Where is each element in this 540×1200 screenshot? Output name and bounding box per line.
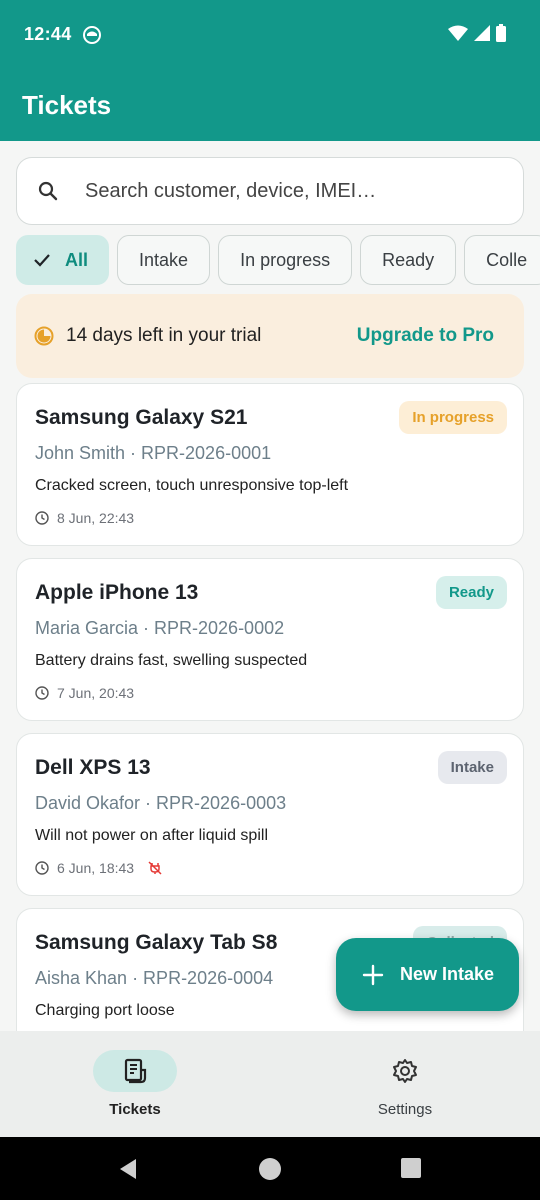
notification-icon [83, 26, 101, 44]
ticket-customer-ref: John Smith · RPR-2026-0001 [35, 443, 272, 463]
ticket-customer-ref: Aisha Khan · RPR-2026-0004 [35, 968, 274, 988]
ticket-time-row: 6 Jun, 18:43 [35, 860, 162, 876]
ticket-device: Dell XPS 13 [35, 756, 151, 779]
upgrade-link[interactable]: Upgrade to Pro [357, 325, 494, 347]
trial-banner: 14 days left in your trial Upgrade to Pr… [16, 294, 524, 378]
clock-icon [35, 511, 49, 525]
filter-chip-ready[interactable]: Ready [360, 235, 457, 285]
filter-chip-in-progress[interactable]: In progress [218, 235, 353, 285]
ticket-time-row: 7 Jun, 20:43 [35, 685, 134, 701]
signal-icon [474, 25, 490, 41]
ticket-time: 7 Jun, 20:43 [57, 685, 135, 701]
chip-label: In progress [240, 249, 331, 270]
ticket-issue: Charging port loose [35, 1002, 175, 1019]
nav-settings[interactable]: Settings [270, 1031, 540, 1137]
status-bar: 12:44 [0, 0, 540, 70]
status-badge: Intake [437, 751, 507, 784]
nav-icon-container [363, 1050, 447, 1092]
bottom-navigation: Tickets Settings [0, 1031, 540, 1137]
back-icon[interactable] [118, 1158, 138, 1180]
chip-label: Colle [486, 249, 528, 270]
chip-label: Intake [139, 249, 189, 270]
page-title: Tickets [22, 90, 112, 120]
no-power-warning-icon [148, 861, 162, 875]
ticket-customer-ref: David Okafor · RPR-2026-0003 [35, 793, 287, 813]
new-intake-button[interactable]: New Intake [336, 938, 519, 1011]
ticket-device: Samsung Galaxy Tab S8 [35, 931, 278, 954]
plus-icon [362, 964, 384, 985]
check-icon [34, 254, 50, 267]
ticket-device: Samsung Galaxy S21 [35, 406, 248, 429]
search-bar[interactable] [16, 157, 524, 225]
search-icon [38, 181, 58, 201]
new-intake-label: New Intake [400, 964, 495, 984]
status-badge: In progress [399, 401, 507, 434]
trial-message: 14 days left in your trial [66, 325, 262, 346]
ticket-device: Apple iPhone 13 [35, 581, 199, 604]
ticket-list: Samsung Galaxy S21 In progress John Smit… [16, 383, 524, 1031]
nav-label: Tickets [109, 1101, 161, 1118]
ticket-issue: Battery drains fast, swelling suspected [35, 652, 308, 669]
chip-label: All [65, 249, 89, 270]
filter-chip-intake[interactable]: Intake [117, 235, 211, 285]
app-bar: 12:44 Tickets [0, 0, 540, 141]
ticket-customer-ref: Maria Garcia · RPR-2026-0002 [35, 618, 285, 638]
clock-icon [35, 861, 49, 875]
nav-label: Settings [377, 1101, 433, 1118]
status-badge: Ready [435, 576, 507, 609]
ticket-issue: Cracked screen, touch unresponsive top-l… [35, 477, 349, 494]
filter-chip-collected[interactable]: Colle [464, 235, 540, 285]
ticket-card[interactable]: Samsung Galaxy S21 In progress John Smit… [16, 383, 524, 546]
ticket-card[interactable]: Dell XPS 13 Intake David Okafor · RPR-20… [16, 733, 524, 896]
nav-tickets[interactable]: Tickets [0, 1031, 270, 1137]
battery-icon [496, 24, 506, 42]
filter-chips: All Intake In progress Ready Colle [16, 235, 540, 285]
gear-icon [393, 1059, 417, 1083]
search-input[interactable] [85, 179, 485, 203]
ticket-time: 6 Jun, 18:43 [57, 860, 135, 876]
ticket-time: 8 Jun, 22:43 [57, 510, 135, 526]
ticket-card[interactable]: Apple iPhone 13 Ready Maria Garcia · RPR… [16, 558, 524, 721]
nav-active-indicator [93, 1050, 177, 1092]
home-icon[interactable] [259, 1158, 281, 1180]
ticket-issue: Will not power on after liquid spill [35, 827, 268, 844]
wifi-icon [448, 25, 468, 41]
recents-icon[interactable] [401, 1158, 421, 1178]
system-navigation-bar [0, 1137, 540, 1200]
timer-icon [34, 326, 54, 346]
chip-label: Ready [382, 249, 435, 270]
status-time: 12:44 [24, 24, 72, 44]
clock-icon [35, 686, 49, 700]
receipt-icon [124, 1058, 147, 1084]
filter-chip-all[interactable]: All [16, 235, 110, 285]
ticket-time-row: 8 Jun, 22:43 [35, 510, 134, 526]
